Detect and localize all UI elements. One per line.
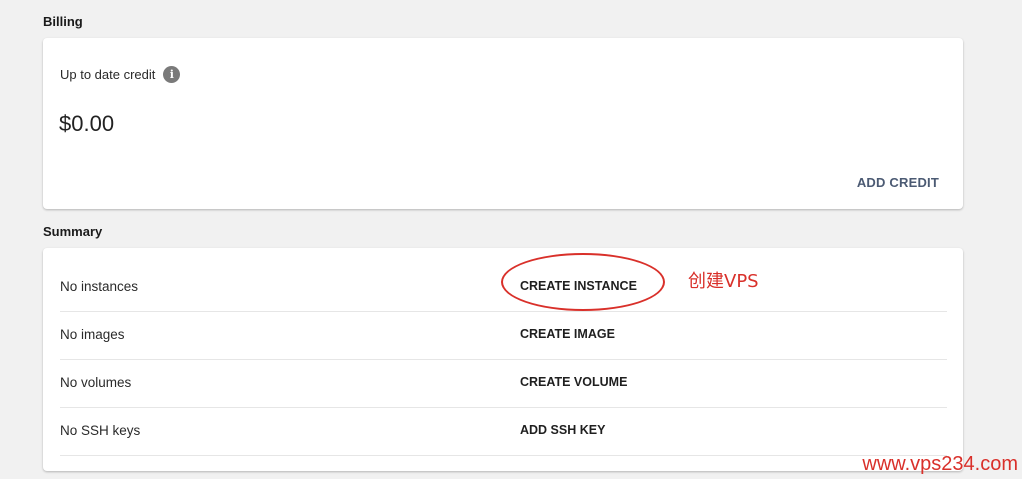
annotation-text: 创建VPS [688,271,759,292]
summary-row-ssh-keys: No SSH keys ADD SSH KEY [60,407,947,456]
credit-label: Up to date credit [60,67,156,82]
create-image-button[interactable]: CREATE IMAGE [520,327,615,341]
summary-row-images: No images CREATE IMAGE [60,311,947,360]
info-icon[interactable]: i [163,66,181,83]
volumes-label: No volumes [60,375,132,390]
billing-heading: Billing [43,14,83,29]
images-label: No images [60,327,125,342]
billing-card: Up to date credit i $0.00 ADD CREDIT [43,38,963,209]
summary-row-volumes: No volumes CREATE VOLUME [60,359,947,408]
watermark: www.vps234.com [862,453,1018,475]
summary-card: No instances CREATE INSTANCE No images C… [43,248,963,471]
credit-amount: $0.00 [59,111,115,136]
create-volume-button[interactable]: CREATE VOLUME [520,375,627,389]
add-credit-button[interactable]: ADD CREDIT [857,175,939,190]
summary-row-instances: No instances CREATE INSTANCE [60,263,947,312]
credit-label-row: Up to date credit i [60,66,181,83]
ssh-keys-label: No SSH keys [60,423,141,438]
summary-heading: Summary [43,224,103,239]
create-instance-button[interactable]: CREATE INSTANCE [520,279,637,293]
add-ssh-key-button[interactable]: ADD SSH KEY [520,423,605,437]
instances-label: No instances [60,279,139,294]
